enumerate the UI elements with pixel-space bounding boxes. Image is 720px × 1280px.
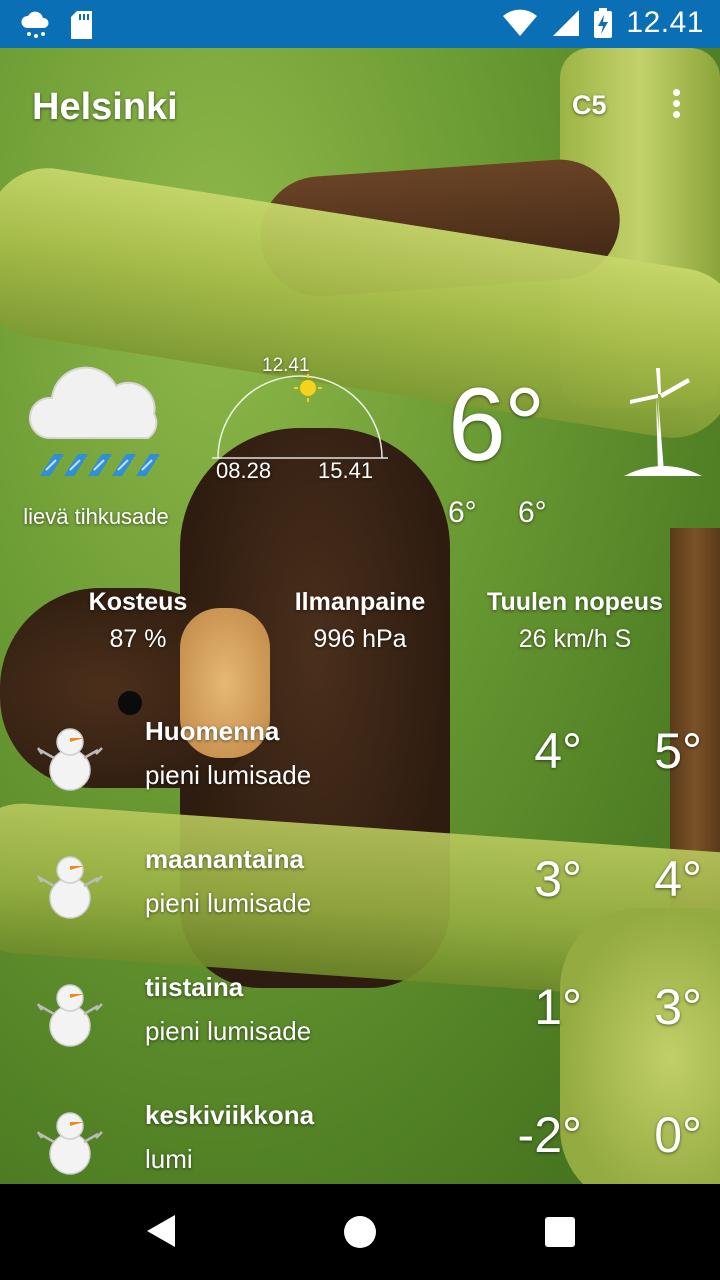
forecast-low: 1° [534, 979, 582, 1035]
forecast-high: 5° [654, 723, 702, 779]
wifi-icon [503, 9, 538, 36]
more-vert-icon[interactable] [664, 86, 688, 126]
stat-label: Kosteus [88, 588, 188, 616]
condition-text: lievä tihkusade [23, 504, 169, 529]
status-time: 12.41 [626, 6, 704, 39]
pressure-stat: Ilmanpaine 996 hPa [270, 588, 450, 654]
current-temperature: 6° [448, 367, 545, 483]
temp-max: 6° [518, 496, 547, 529]
sun-current-time: 12.41 [262, 355, 310, 376]
forecast-low: -2° [517, 1107, 582, 1163]
forecast-high: 0° [654, 1107, 702, 1163]
stat-value: 87 % [109, 625, 167, 653]
snowman-icon [36, 984, 103, 1047]
home-icon[interactable] [344, 1216, 376, 1248]
weather-content: Helsinki C5 lievä tihkusade 12.41 08.28 … [0, 48, 720, 1184]
back-icon[interactable] [146, 1214, 176, 1248]
wind-turbine-icon [624, 368, 702, 476]
forecast-day: keskiviikkona [145, 1100, 315, 1130]
forecast-desc: pieni lumisade [145, 888, 312, 918]
temp-min: 6° [448, 496, 477, 529]
unit-toggle-button[interactable]: C5 [572, 90, 607, 121]
forecast-row[interactable]: tiistaina pieni lumisade 1° 3° [0, 972, 720, 1100]
sd-card-icon [71, 11, 92, 39]
forecast-desc: pieni lumisade [145, 760, 312, 790]
humidity-stat: Kosteus 87 % [38, 588, 238, 654]
snowman-icon [36, 856, 103, 919]
forecast-high: 4° [654, 851, 702, 907]
sunrise-time: 08.28 [216, 458, 272, 483]
forecast-day: Huomenna [145, 716, 280, 746]
forecast-low: 4° [534, 723, 582, 779]
wind-speed-stat: Tuulen nopeus 26 km/h S [470, 588, 680, 654]
forecast-high: 3° [654, 979, 702, 1035]
forecast-low: 3° [534, 851, 582, 907]
stat-label: Tuulen nopeus [487, 588, 663, 616]
stat-value: 996 hPa [313, 625, 407, 653]
battery-charging-icon [594, 8, 613, 38]
forecast-day: maanantaina [145, 844, 304, 874]
forecast-day: tiistaina [145, 972, 244, 1002]
snowman-icon [36, 728, 103, 791]
stat-value: 26 km/h S [518, 625, 632, 653]
sunset-time: 15.41 [318, 458, 374, 483]
recents-icon[interactable] [545, 1217, 575, 1247]
signal-icon [553, 10, 580, 36]
snowman-icon [36, 1112, 103, 1175]
forecast-row[interactable]: Huomenna pieni lumisade 4° 5° [0, 716, 720, 844]
stat-label: Ilmanpaine [294, 588, 426, 616]
cloud-drizzle-icon [28, 366, 160, 476]
weather-snow-icon [21, 11, 49, 38]
forecast-row[interactable]: maanantaina pieni lumisade 3° 4° [0, 844, 720, 972]
city-name[interactable]: Helsinki [32, 86, 178, 129]
status-bar: 12.41 [0, 0, 720, 48]
navigation-bar [0, 1184, 720, 1280]
forecast-desc: pieni lumisade [145, 1016, 312, 1046]
forecast-desc: lumi [145, 1144, 193, 1174]
